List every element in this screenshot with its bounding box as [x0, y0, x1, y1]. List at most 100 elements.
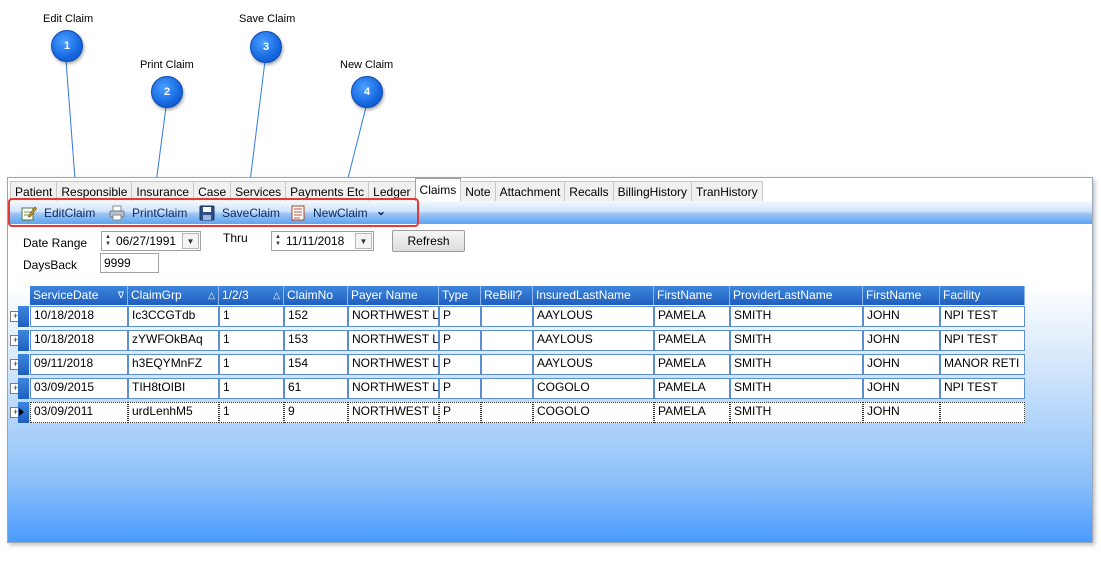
date-from-dropdown-icon[interactable]: ▼ — [182, 233, 199, 249]
refresh-button[interactable]: Refresh — [392, 230, 465, 252]
days-back-input[interactable]: 9999 — [100, 253, 159, 273]
cell-rebill[interactable] — [481, 378, 533, 399]
cell-1-2-3[interactable]: 1 — [219, 378, 284, 399]
tab-claims[interactable]: Claims — [414, 178, 462, 203]
date-to-picker[interactable]: ▲ ▼ 11/11/2018 ▼ — [271, 231, 374, 251]
cell-rebill[interactable] — [481, 402, 533, 423]
cell-claim-no[interactable]: 9 — [284, 402, 348, 423]
cell-1-2-3[interactable]: 1 — [219, 306, 284, 327]
cell-provider-last-name[interactable]: SMITH — [730, 354, 863, 375]
date-to-value: 11/11/2018 — [286, 234, 345, 248]
cell-payer-name[interactable]: NORTHWEST L — [348, 354, 439, 375]
column-header-claim-grp[interactable]: ClaimGrp △ — [128, 286, 219, 305]
cell-rebill[interactable] — [481, 330, 533, 351]
cell-provider-first-name[interactable]: JOHN — [863, 330, 940, 351]
cell-claim-no[interactable]: 61 — [284, 378, 348, 399]
cell-provider-first-name[interactable]: JOHN — [863, 402, 940, 423]
cell-service-date[interactable]: 10/18/2018 — [30, 306, 128, 327]
cell-provider-last-name[interactable]: SMITH — [730, 378, 863, 399]
table-row[interactable]: + 03/09/2011 urdLenhM5 1 9 NORTHWEST L P… — [10, 402, 1025, 423]
cell-service-date[interactable]: 10/18/2018 — [30, 330, 128, 351]
column-header-service-date[interactable]: ServiceDate ∇ — [30, 286, 128, 305]
tab-note[interactable]: Note — [460, 181, 496, 202]
column-header-insured-last-name[interactable]: InsuredLastName — [533, 286, 654, 305]
column-header-claim-no[interactable]: ClaimNo — [284, 286, 348, 305]
days-back-label: DaysBack — [23, 258, 78, 272]
callout-label-save-claim: Save Claim — [239, 13, 296, 25]
cell-payer-name[interactable]: NORTHWEST L — [348, 402, 439, 423]
table-row[interactable]: + 03/09/2015 TIH8tOIBI 1 61 NORTHWEST L … — [10, 378, 1025, 399]
cell-facility[interactable] — [940, 402, 1025, 423]
cell-claim-grp[interactable]: urdLenhM5 — [128, 402, 219, 423]
cell-insured-last-name[interactable]: COGOLO — [533, 402, 654, 423]
cell-rebill[interactable] — [481, 354, 533, 375]
row-header[interactable] — [18, 378, 29, 399]
sort-ascending-icon: △ — [208, 290, 215, 300]
table-row[interactable]: + 09/11/2018 h3EQYMnFZ 1 154 NORTHWEST L… — [10, 354, 1025, 375]
cell-insured-last-name[interactable]: AAYLOUS — [533, 306, 654, 327]
cell-service-date[interactable]: 03/09/2015 — [30, 378, 128, 399]
column-header-type[interactable]: Type — [439, 286, 481, 305]
cell-type[interactable]: P — [439, 402, 481, 423]
row-header[interactable] — [18, 354, 29, 375]
table-row[interactable]: + 10/18/2018 zYWFOkBAq 1 153 NORTHWEST L… — [10, 330, 1025, 351]
cell-claim-grp[interactable]: h3EQYMnFZ — [128, 354, 219, 375]
table-row[interactable]: + 10/18/2018 Ic3CCGTdb 1 152 NORTHWEST L… — [10, 306, 1025, 327]
tab-recalls[interactable]: Recalls — [564, 181, 614, 202]
cell-facility[interactable]: NPI TEST — [940, 306, 1025, 327]
cell-provider-last-name[interactable]: SMITH — [730, 330, 863, 351]
cell-insured-first-name[interactable]: PAMELA — [654, 354, 730, 375]
cell-insured-last-name[interactable]: COGOLO — [533, 378, 654, 399]
row-header[interactable] — [18, 330, 29, 351]
cell-payer-name[interactable]: NORTHWEST L — [348, 378, 439, 399]
tab-tran-history[interactable]: TranHistory — [691, 181, 763, 202]
date-to-dropdown-icon[interactable]: ▼ — [355, 233, 372, 249]
column-header-payer-name[interactable]: Payer Name — [348, 286, 439, 305]
date-to-spin-icon[interactable]: ▲ ▼ — [272, 233, 284, 249]
cell-claim-no[interactable]: 153 — [284, 330, 348, 351]
cell-type[interactable]: P — [439, 354, 481, 375]
cell-1-2-3[interactable]: 1 — [219, 330, 284, 351]
cell-provider-first-name[interactable]: JOHN — [863, 306, 940, 327]
cell-service-date[interactable]: 03/09/2011 — [30, 402, 128, 423]
cell-service-date[interactable]: 09/11/2018 — [30, 354, 128, 375]
cell-insured-first-name[interactable]: PAMELA — [654, 306, 730, 327]
tab-billing-history[interactable]: BillingHistory — [612, 181, 692, 202]
cell-type[interactable]: P — [439, 330, 481, 351]
cell-provider-first-name[interactable]: JOHN — [863, 354, 940, 375]
cell-claim-grp[interactable]: zYWFOkBAq — [128, 330, 219, 351]
column-header-rebill[interactable]: ReBill? — [481, 286, 533, 305]
date-from-spin-icon[interactable]: ▲ ▼ — [102, 233, 114, 249]
cell-claim-no[interactable]: 154 — [284, 354, 348, 375]
cell-1-2-3[interactable]: 1 — [219, 354, 284, 375]
cell-facility[interactable]: MANOR RETI — [940, 354, 1025, 375]
cell-type[interactable]: P — [439, 306, 481, 327]
row-header[interactable] — [18, 306, 29, 327]
cell-payer-name[interactable]: NORTHWEST L — [348, 330, 439, 351]
cell-payer-name[interactable]: NORTHWEST L — [348, 306, 439, 327]
cell-1-2-3[interactable]: 1 — [219, 402, 284, 423]
cell-provider-last-name[interactable]: SMITH — [730, 402, 863, 423]
column-header-provider-last-name[interactable]: ProviderLastName — [730, 286, 863, 305]
cell-provider-last-name[interactable]: SMITH — [730, 306, 863, 327]
cell-claim-grp[interactable]: Ic3CCGTdb — [128, 306, 219, 327]
column-header-provider-first-name[interactable]: FirstName — [863, 286, 940, 305]
date-from-picker[interactable]: ▲ ▼ 06/27/1991 ▼ — [101, 231, 201, 251]
cell-claim-grp[interactable]: TIH8tOIBI — [128, 378, 219, 399]
cell-insured-first-name[interactable]: PAMELA — [654, 330, 730, 351]
callout-label-new-claim: New Claim — [340, 59, 394, 71]
cell-insured-first-name[interactable]: PAMELA — [654, 402, 730, 423]
cell-rebill[interactable] — [481, 306, 533, 327]
cell-facility[interactable]: NPI TEST — [940, 330, 1025, 351]
column-header-facility[interactable]: Facility — [940, 286, 1025, 305]
cell-insured-last-name[interactable]: AAYLOUS — [533, 354, 654, 375]
cell-facility[interactable]: NPI TEST — [940, 378, 1025, 399]
cell-claim-no[interactable]: 152 — [284, 306, 348, 327]
cell-insured-first-name[interactable]: PAMELA — [654, 378, 730, 399]
cell-insured-last-name[interactable]: AAYLOUS — [533, 330, 654, 351]
column-header-insured-first-name[interactable]: FirstName — [654, 286, 730, 305]
cell-provider-first-name[interactable]: JOHN — [863, 378, 940, 399]
column-header-1-2-3[interactable]: 1/2/3 △ — [219, 286, 284, 305]
tab-attachment[interactable]: Attachment — [494, 181, 566, 202]
cell-type[interactable]: P — [439, 378, 481, 399]
